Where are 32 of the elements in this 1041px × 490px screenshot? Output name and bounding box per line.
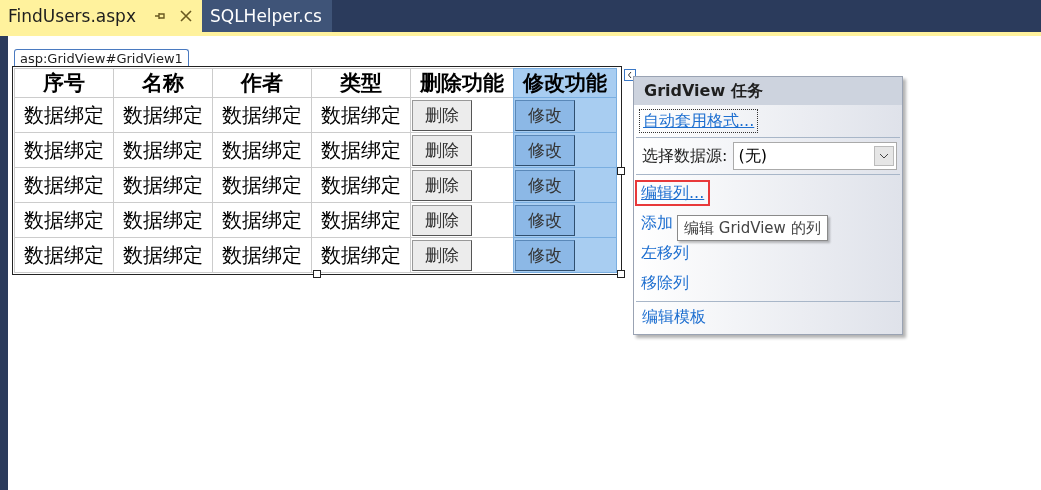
collapse-icon[interactable] (624, 69, 636, 81)
data-source-label: 选择数据源: (642, 145, 728, 167)
grid-button[interactable]: 删除 (412, 169, 472, 201)
grid-button[interactable]: 删除 (412, 239, 472, 271)
task-link[interactable]: 编辑列... (635, 180, 711, 206)
column-header: 序号 (14, 68, 114, 98)
close-icon[interactable] (179, 10, 192, 22)
grid-button[interactable]: 修改 (515, 204, 575, 236)
column-header: 修改功能 (513, 68, 617, 98)
grid-button[interactable]: 删除 (412, 204, 472, 236)
edit-template-link[interactable]: 编辑模板 (639, 306, 709, 328)
grid-button[interactable]: 修改 (515, 169, 575, 201)
grid-button[interactable]: 修改 (515, 239, 575, 271)
task-link[interactable]: 添加 (635, 210, 679, 236)
table-cell: 数据绑定 (14, 237, 114, 273)
data-source-dropdown[interactable]: (无) (733, 142, 897, 170)
task-link[interactable]: 左移列 (635, 240, 695, 266)
grid-button[interactable]: 删除 (412, 99, 472, 131)
control-tag: asp:GridView#GridView1 (14, 49, 189, 67)
resize-handle[interactable] (313, 270, 321, 278)
resize-handle[interactable] (617, 167, 625, 175)
grid-button[interactable]: 修改 (515, 134, 575, 166)
grid-button[interactable]: 删除 (412, 134, 472, 166)
document-tab[interactable]: SQLHelper.cs (201, 0, 332, 32)
grid-button[interactable]: 修改 (515, 99, 575, 131)
document-tab[interactable]: FindUsers.aspx (0, 0, 202, 32)
auto-format-link[interactable]: 自动套用格式... (639, 109, 759, 133)
pin-icon[interactable] (153, 11, 166, 21)
task-link[interactable]: 移除列 (635, 270, 695, 296)
resize-handle[interactable] (617, 270, 625, 278)
tooltip: 编辑 GridView 的列 (677, 215, 828, 241)
panel-title: GridView 任务 (634, 77, 902, 105)
